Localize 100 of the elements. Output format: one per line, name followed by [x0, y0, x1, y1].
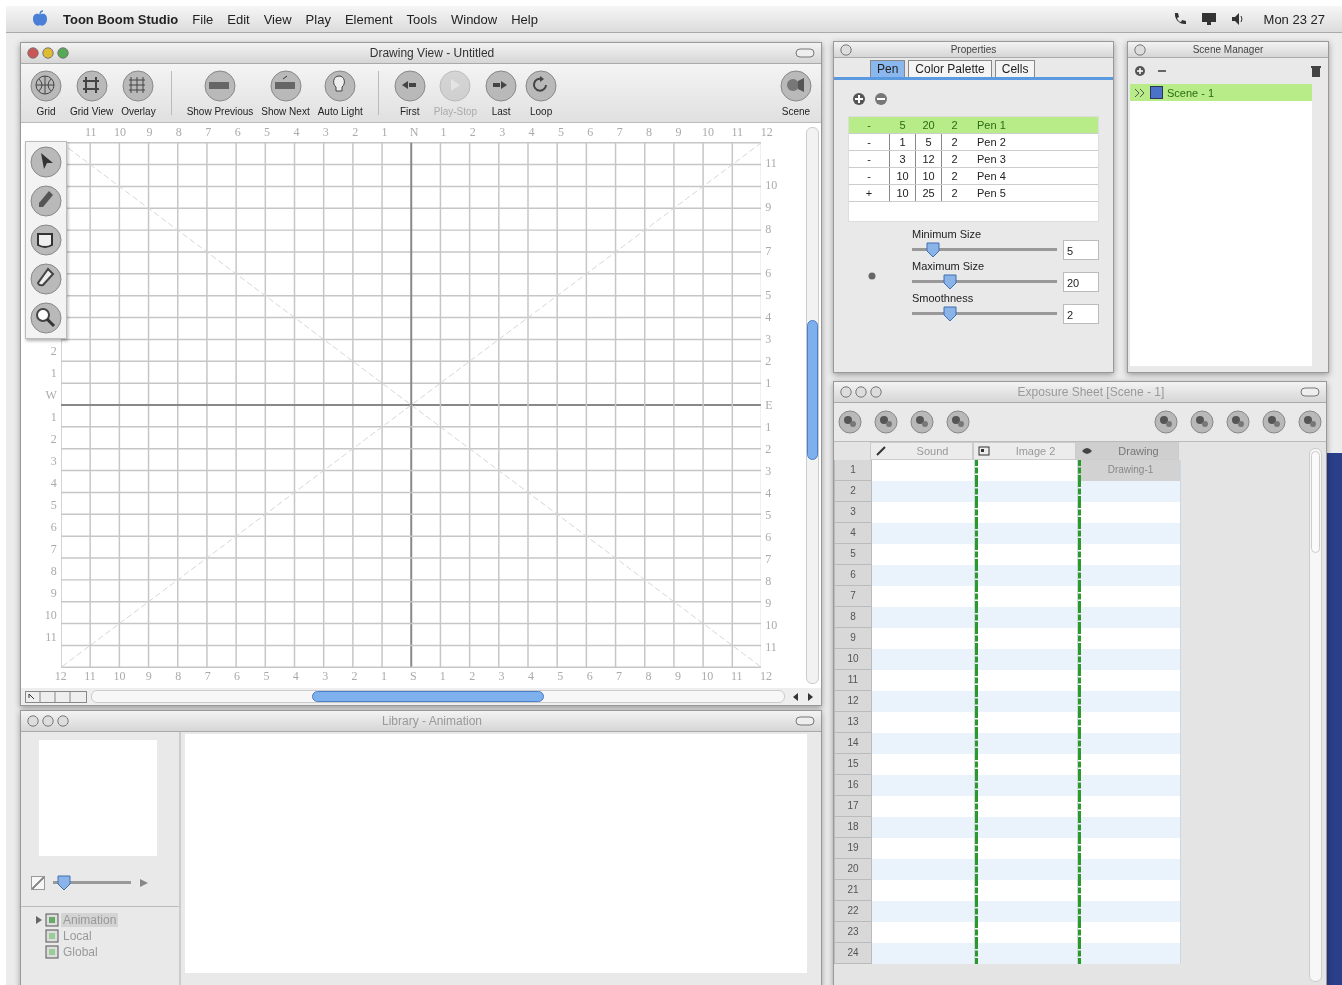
grid-view-icon	[75, 69, 108, 102]
toolbar-button[interactable]: First	[390, 67, 429, 119]
add-icon[interactable]	[1134, 65, 1146, 77]
ruler-label: 12	[53, 669, 68, 685]
scroll-thumb[interactable]	[807, 320, 818, 460]
slider-thumb[interactable]	[56, 874, 73, 892]
menu-item[interactable]: Window	[443, 11, 505, 27]
magnifier-icon[interactable]	[30, 302, 62, 334]
ruler-label: 8	[765, 221, 773, 238]
view-mode-buttons-icon[interactable]	[25, 690, 87, 703]
close-button[interactable]	[27, 47, 39, 59]
ruler-label: 3	[765, 331, 773, 348]
toolbar-toggle-button[interactable]	[795, 48, 815, 58]
menu-item[interactable]: File	[185, 11, 221, 27]
toolbar-toggle-button[interactable]	[1300, 387, 1320, 397]
pen-row[interactable]: - 1 5 2 Pen 2	[849, 134, 1098, 151]
ruler-label: 1	[439, 125, 448, 141]
dot-icon	[868, 272, 876, 280]
ruler-label: 11	[730, 125, 745, 141]
menu-item[interactable]: Help	[504, 11, 545, 27]
close-button[interactable]	[840, 43, 852, 56]
scroll-thumb[interactable]	[312, 691, 544, 702]
ruler-label: 5	[556, 669, 565, 685]
slider-thumb[interactable]	[924, 241, 941, 259]
table-cell: -	[849, 134, 890, 150]
value-field[interactable]: 20	[1063, 272, 1099, 292]
menu-item[interactable]: Play	[298, 11, 338, 27]
minimize-button[interactable]	[855, 386, 867, 398]
zoom-button[interactable]	[57, 47, 69, 59]
toolbar-button[interactable]: Loop	[522, 67, 561, 119]
ruler-label: 2	[350, 669, 359, 685]
checkbox[interactable]	[1150, 86, 1163, 99]
ruler-label: 4	[292, 125, 301, 141]
value-field[interactable]: 5	[1063, 240, 1099, 260]
frame-number: 9	[834, 628, 872, 649]
vertical-scrollbar[interactable]	[806, 127, 819, 684]
value-field[interactable]: 2	[1063, 304, 1099, 324]
menu-item[interactable]: Toon Boom Studio	[56, 11, 186, 27]
window-title: Properties	[949, 44, 998, 55]
horizontal-scrollbar[interactable]	[91, 690, 785, 703]
zoom-button[interactable]	[57, 715, 69, 727]
ruler-label: 9	[765, 199, 773, 216]
menu-item[interactable]: Element	[337, 11, 400, 27]
trash-icon[interactable]	[1310, 64, 1322, 78]
toolbar-button[interactable]: Grid View	[67, 67, 117, 119]
minimize-button[interactable]	[42, 715, 54, 727]
scroll-thumb[interactable]	[1311, 451, 1320, 553]
pen-row[interactable]: + 10 25 2 Pen 5	[849, 185, 1098, 202]
table-cell-text: Pen 4	[976, 169, 1007, 184]
paint-bucket-icon[interactable]	[30, 224, 62, 256]
table-cell-text: 2	[950, 186, 959, 201]
toolbar-button[interactable]: Overlay	[118, 67, 159, 119]
eraser-icon[interactable]	[30, 263, 62, 295]
pen-row[interactable]: - 5 20 2 Pen 1	[849, 117, 1098, 134]
disclosure-triangle-icon[interactable]	[35, 915, 43, 925]
ruler-label: 2	[50, 343, 57, 360]
close-button[interactable]	[27, 715, 39, 727]
ruler-label: 10	[112, 669, 127, 685]
ruler-label: 3	[50, 453, 57, 470]
toolbar-toggle-button[interactable]	[795, 716, 815, 726]
add-icon[interactable]	[852, 92, 866, 106]
tab[interactable]: Cells	[994, 60, 1036, 77]
toolbar-button[interactable]: Show Previous	[183, 67, 257, 119]
speaker-icon[interactable]	[1229, 11, 1246, 27]
pen-row[interactable]: - 3 12 2 Pen 3	[849, 151, 1098, 168]
grid-globe-icon	[30, 69, 62, 102]
ruler-label: 3	[497, 669, 506, 685]
menu-item[interactable]: Edit	[220, 11, 257, 27]
arrow-pointer-icon[interactable]	[30, 146, 62, 178]
toolbar-button[interactable]: Auto Light	[314, 67, 366, 119]
table-cell-text: 2	[950, 152, 959, 167]
menu-item[interactable]: Tools	[399, 11, 444, 27]
slider-thumb[interactable]	[941, 273, 958, 291]
zoom-button[interactable]	[870, 386, 882, 398]
brush-icon[interactable]	[30, 185, 62, 217]
apple-logo-icon[interactable]	[32, 10, 48, 28]
toolbar-button[interactable]: Grid	[27, 67, 65, 119]
vertical-scrollbar[interactable]	[1309, 448, 1322, 982]
pen-row[interactable]: - 10 10 2 Pen 4	[849, 168, 1098, 185]
play-arrow-icon[interactable]	[139, 878, 149, 888]
frame-number: 12	[834, 691, 872, 712]
ruler-label: 5	[765, 507, 773, 524]
tab[interactable]: Color Palette	[908, 60, 992, 77]
minimize-button[interactable]	[42, 47, 54, 59]
window-title: Library - Animation	[380, 714, 483, 728]
tab[interactable]: Pen	[870, 60, 906, 77]
menu-item[interactable]: View	[256, 11, 299, 27]
scene-row[interactable]: Scene - 1	[1130, 84, 1312, 101]
display-icon[interactable]	[1199, 11, 1218, 27]
toolbar-button[interactable]: Show Next	[258, 67, 313, 119]
close-button[interactable]	[1134, 43, 1146, 56]
checkbox[interactable]	[31, 876, 45, 890]
slider-thumb[interactable]	[941, 305, 958, 323]
table-cell: 3	[890, 151, 916, 167]
close-button[interactable]	[840, 386, 852, 398]
toolbar-button[interactable]: Last	[482, 67, 521, 119]
toolbar-button[interactable]: Scene	[777, 67, 815, 119]
remove-icon[interactable]	[874, 92, 888, 106]
menu-clock[interactable]: Mon 23 27	[1253, 11, 1332, 27]
ruler-label: 10	[113, 125, 128, 141]
